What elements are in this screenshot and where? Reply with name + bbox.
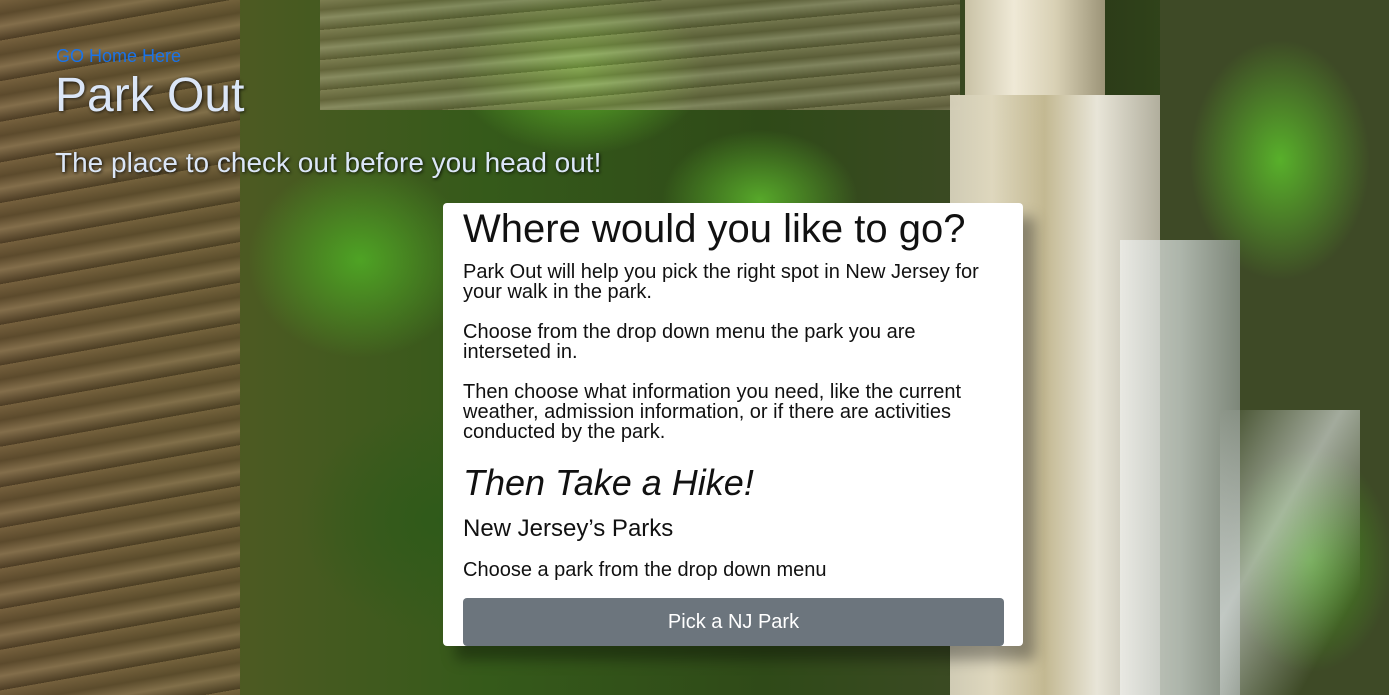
info-instructions-paragraph: Then choose what information you need, l… (463, 381, 962, 443)
background-rock-top (320, 0, 960, 110)
dropdown-instructions-paragraph: Choose from the drop down menu the park … (463, 321, 916, 363)
hike-heading: Then Take a Hike! (463, 462, 754, 503)
card-heading: Where would you like to go? (463, 207, 966, 251)
parks-heading: New Jersey’s Parks (463, 515, 674, 542)
waterfall-upper (965, 0, 1105, 95)
pick-park-dropdown-button[interactable]: Pick a NJ Park (463, 598, 1004, 646)
waterfall-streak (1220, 410, 1360, 695)
home-link[interactable]: GO Home Here (56, 45, 181, 67)
site-tagline: The place to check out before you head o… (55, 147, 602, 178)
intro-paragraph: Park Out will help you pick the right sp… (463, 261, 979, 303)
park-picker-card: Where would you like to go? Park Out wil… (443, 203, 1023, 646)
site-title: Park Out (55, 69, 245, 122)
park-choice-instruction: Choose a park from the drop down menu (463, 559, 827, 581)
